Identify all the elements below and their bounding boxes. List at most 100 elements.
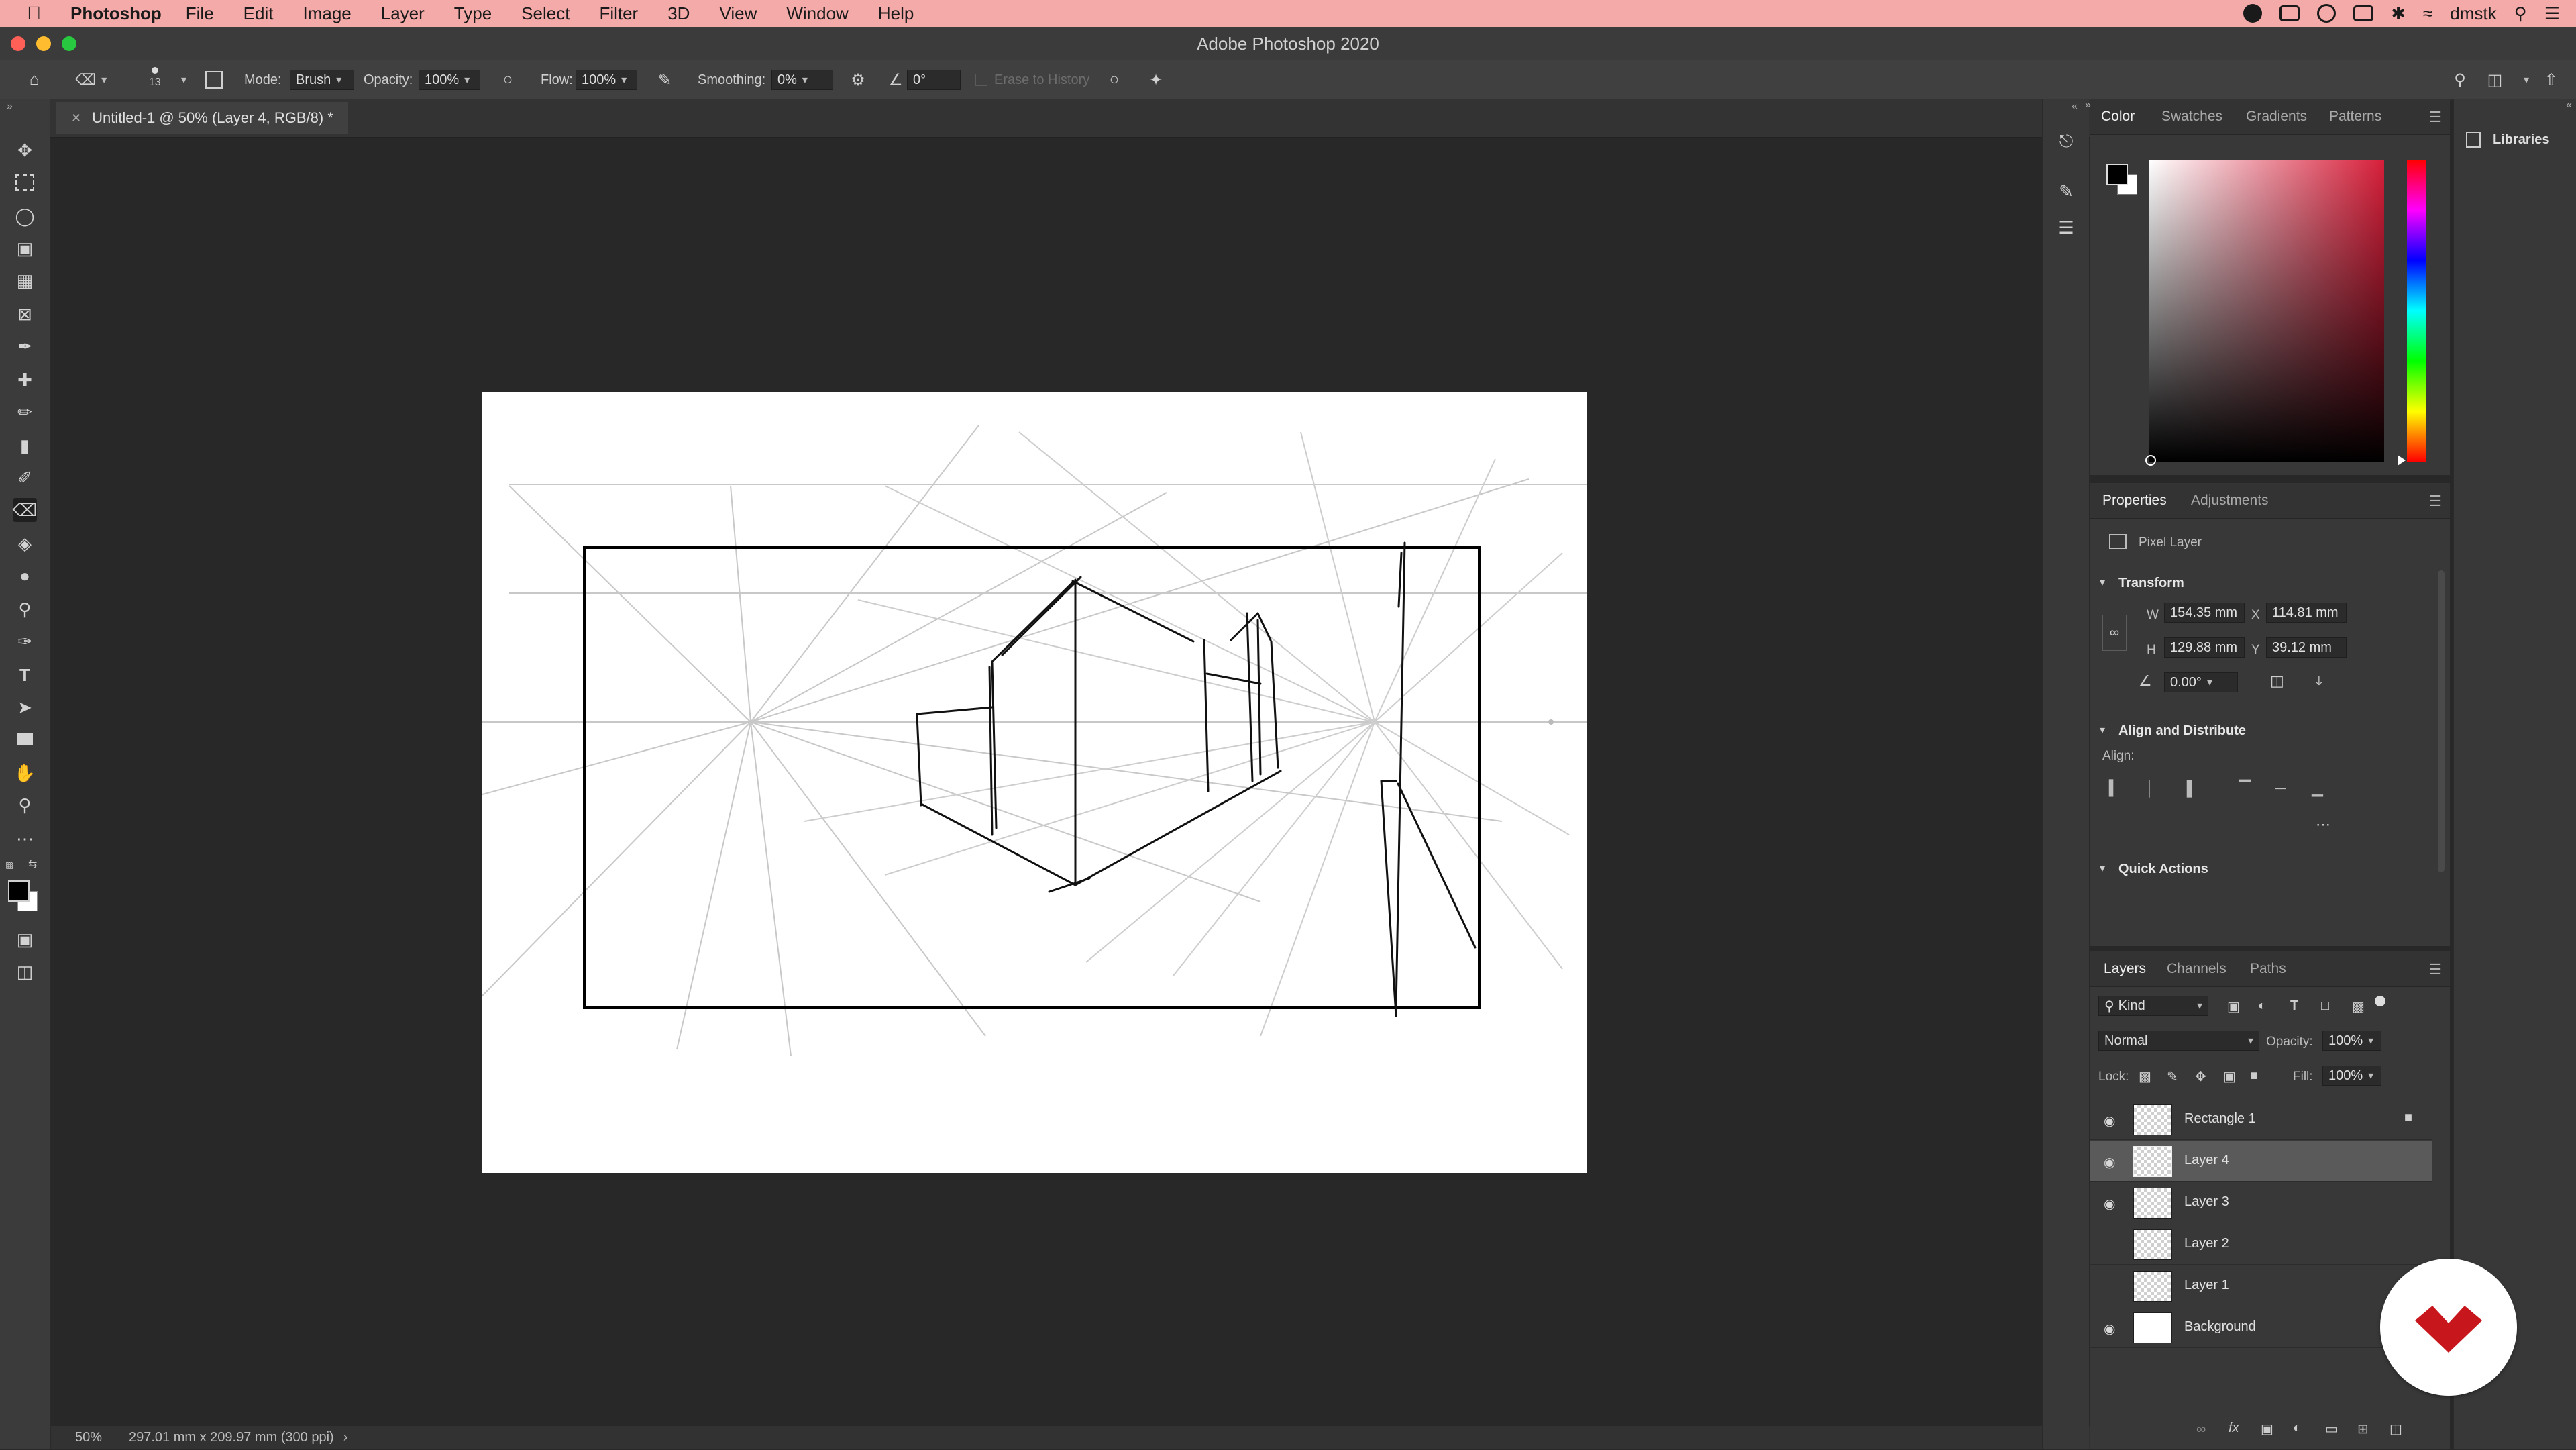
align-distribute-header[interactable]: Align and Distribute (2118, 723, 2246, 739)
airbrush-icon[interactable]: ✎ (655, 70, 675, 90)
align-middle-v-icon[interactable]: ─ (2275, 780, 2286, 797)
foreground-color-swatch[interactable] (8, 880, 30, 902)
tab-paths[interactable]: Paths (2250, 961, 2286, 977)
visibility-eye-icon[interactable]: ◉ (2104, 1196, 2118, 1212)
lock-transparent-icon[interactable]: ▩ (2139, 1068, 2151, 1085)
marquee-tool-icon[interactable] (13, 170, 37, 195)
visibility-eye-icon[interactable]: ◉ (2104, 1154, 2118, 1170)
object-selection-tool-icon[interactable]: ▣ (13, 236, 37, 260)
more-options-icon[interactable]: ⋯ (2316, 816, 2330, 833)
flip-vertical-icon[interactable]: ⤓ (2316, 672, 2322, 690)
tab-adjustments[interactable]: Adjustments (2191, 493, 2269, 509)
lock-position-icon[interactable]: ✥ (2195, 1068, 2206, 1085)
close-tab-icon[interactable]: ✕ (71, 111, 81, 125)
filter-pixel-icon[interactable]: ▣ (2227, 998, 2240, 1015)
notification-center-icon[interactable]: ☰ (2544, 3, 2560, 24)
document-tab[interactable]: ✕ Untitled-1 @ 50% (Layer 4, RGB/8) * (56, 102, 348, 134)
new-layer-icon[interactable]: ⊞ (2357, 1420, 2369, 1437)
rotation-field[interactable]: 0.00° ▾ (2164, 672, 2238, 692)
brush-preset-picker[interactable]: 13 (149, 63, 161, 97)
filter-toggle-icon[interactable] (2375, 996, 2385, 1006)
history-panel-icon[interactable]: ⎋ (2056, 131, 2076, 152)
workspace-icon[interactable]: ◫ (2485, 70, 2505, 90)
visibility-eye-icon[interactable]: ◉ (2104, 1112, 2118, 1129)
menu-layer[interactable]: Layer (381, 3, 425, 24)
canvas-area[interactable] (51, 138, 2163, 1426)
height-field[interactable]: 129.88 mm (2164, 637, 2245, 658)
layer-row-rectangle-1[interactable]: ◉ Rectangle 1 ■ (2090, 1099, 2432, 1140)
filter-adjustment-icon[interactable]: ◐ (2258, 998, 2266, 1014)
brush-chevron-icon[interactable]: ▾ (181, 70, 186, 90)
bluetooth-icon[interactable]: ✱ (2391, 3, 2406, 24)
filter-smart-object-icon[interactable]: ▩ (2352, 998, 2365, 1015)
align-chevron-icon[interactable]: ▾ (2100, 723, 2105, 737)
spotlight-search-icon[interactable]: ⚲ (2514, 3, 2527, 24)
visibility-toggle-empty[interactable]: ◉ (2104, 1237, 2118, 1251)
brush-tool-icon[interactable]: ✏ (13, 400, 37, 424)
mode-select[interactable]: Brush ▾ (290, 70, 354, 90)
window-tray-icon[interactable] (2279, 5, 2300, 21)
menu-filter[interactable]: Filter (599, 3, 638, 24)
align-right-icon[interactable]: ▐ (2182, 780, 2192, 797)
symmetry-icon[interactable]: ✦ (1146, 70, 1166, 90)
wifi-icon[interactable]: ≈ (2423, 3, 2432, 24)
tab-patterns[interactable]: Patterns (2329, 109, 2381, 125)
delete-layer-icon[interactable]: ◫ (2390, 1420, 2402, 1437)
workspace-chevron-icon[interactable]: ▾ (2524, 70, 2529, 90)
align-bottom-icon[interactable]: ▁ (2312, 780, 2323, 797)
history-brush-tool-icon[interactable]: ✐ (13, 466, 37, 490)
flip-horizontal-icon[interactable]: ◫ (2270, 672, 2284, 690)
link-layers-icon[interactable]: ∞ (2196, 1422, 2206, 1437)
lock-image-icon[interactable]: ✎ (2167, 1068, 2178, 1085)
airplay-icon[interactable] (2353, 5, 2374, 21)
flow-field[interactable]: 100% ▾ (576, 70, 637, 90)
creative-cloud-icon[interactable] (2243, 4, 2263, 23)
blend-mode-select[interactable]: Normal ▾ (2098, 1031, 2259, 1051)
filter-type-icon[interactable]: T (2290, 998, 2298, 1014)
y-field[interactable]: 39.12 mm (2266, 637, 2347, 658)
quick-mask-icon[interactable]: ▣ (13, 927, 37, 951)
properties-panel-menu-icon[interactable]: ☰ (2428, 493, 2442, 510)
layer-style-icon[interactable]: fx (2229, 1420, 2239, 1436)
document-canvas[interactable] (482, 392, 1587, 1173)
blur-tool-icon[interactable]: ● (13, 564, 37, 588)
link-dimensions-icon[interactable]: ∞ (2102, 615, 2127, 651)
panel-fg-color-swatch[interactable] (2106, 164, 2128, 185)
menu-type[interactable]: Type (454, 3, 492, 24)
new-group-icon[interactable]: ▭ (2325, 1420, 2338, 1437)
color-panel-menu-icon[interactable]: ☰ (2428, 109, 2442, 126)
tab-color[interactable]: Color (2101, 109, 2135, 125)
layers-panel-menu-icon[interactable]: ☰ (2428, 961, 2442, 978)
align-center-h-icon[interactable]: │ (2145, 780, 2155, 797)
menu-image[interactable]: Image (303, 3, 351, 24)
menu-edit[interactable]: Edit (244, 3, 274, 24)
menu-3d[interactable]: 3D (667, 3, 690, 24)
lasso-tool-icon[interactable]: ◯ (13, 204, 37, 228)
hue-slider-handle[interactable] (2398, 455, 2406, 466)
screen-mode-icon[interactable]: ◫ (13, 960, 37, 984)
adjustments-panel-icon[interactable]: ☰ (2056, 217, 2076, 238)
menu-help[interactable]: Help (878, 3, 914, 24)
menu-view[interactable]: View (719, 3, 757, 24)
smoothing-field[interactable]: 0% ▾ (771, 70, 833, 90)
layer-row-layer-4[interactable]: ◉ Layer 4 (2090, 1141, 2432, 1182)
layer-row-layer-3[interactable]: ◉ Layer 3 (2090, 1182, 2432, 1223)
dodge-tool-icon[interactable]: ⚲ (13, 597, 37, 621)
zoom-level[interactable]: 50% (75, 1430, 115, 1445)
apple-icon[interactable]:  (27, 3, 41, 24)
zoom-tool-icon[interactable]: ⚲ (13, 793, 37, 817)
opacity-field[interactable]: 100% ▾ (419, 70, 480, 90)
tab-properties[interactable]: Properties (2102, 493, 2167, 509)
libraries-button[interactable]: Libraries (2466, 132, 2549, 148)
expand-libraries-icon[interactable]: « (2566, 99, 2572, 111)
crop-tool-icon[interactable]: ▦ (13, 268, 37, 293)
collapse-panels-icon[interactable]: » (2085, 99, 2091, 111)
sync-icon[interactable] (2317, 4, 2337, 23)
pressure-size-icon[interactable]: ○ (1104, 70, 1124, 90)
path-selection-tool-icon[interactable]: ➤ (13, 695, 37, 719)
align-left-icon[interactable]: ▍ (2109, 780, 2121, 797)
eyedropper-tool-icon[interactable]: ✒ (13, 334, 37, 358)
rectangle-tool-icon[interactable] (13, 727, 37, 752)
edit-toolbar-icon[interactable]: ⋯ (13, 827, 37, 851)
paint-bucket-tool-icon[interactable]: ◈ (13, 531, 37, 556)
